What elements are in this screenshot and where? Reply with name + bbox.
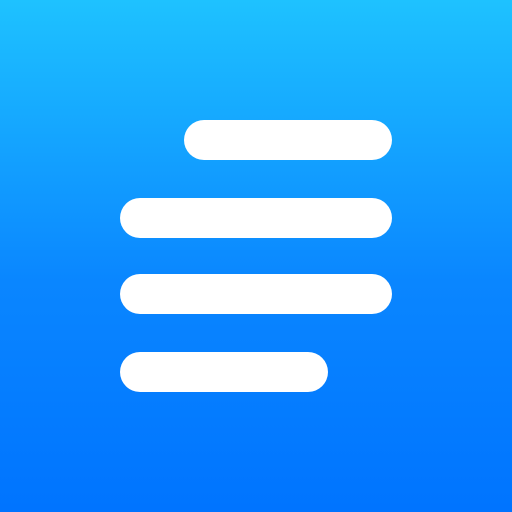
app-icon (0, 0, 512, 512)
line-bar (184, 120, 392, 160)
line-bar (120, 274, 392, 314)
line-bar (120, 352, 328, 392)
line-bar (120, 198, 392, 238)
